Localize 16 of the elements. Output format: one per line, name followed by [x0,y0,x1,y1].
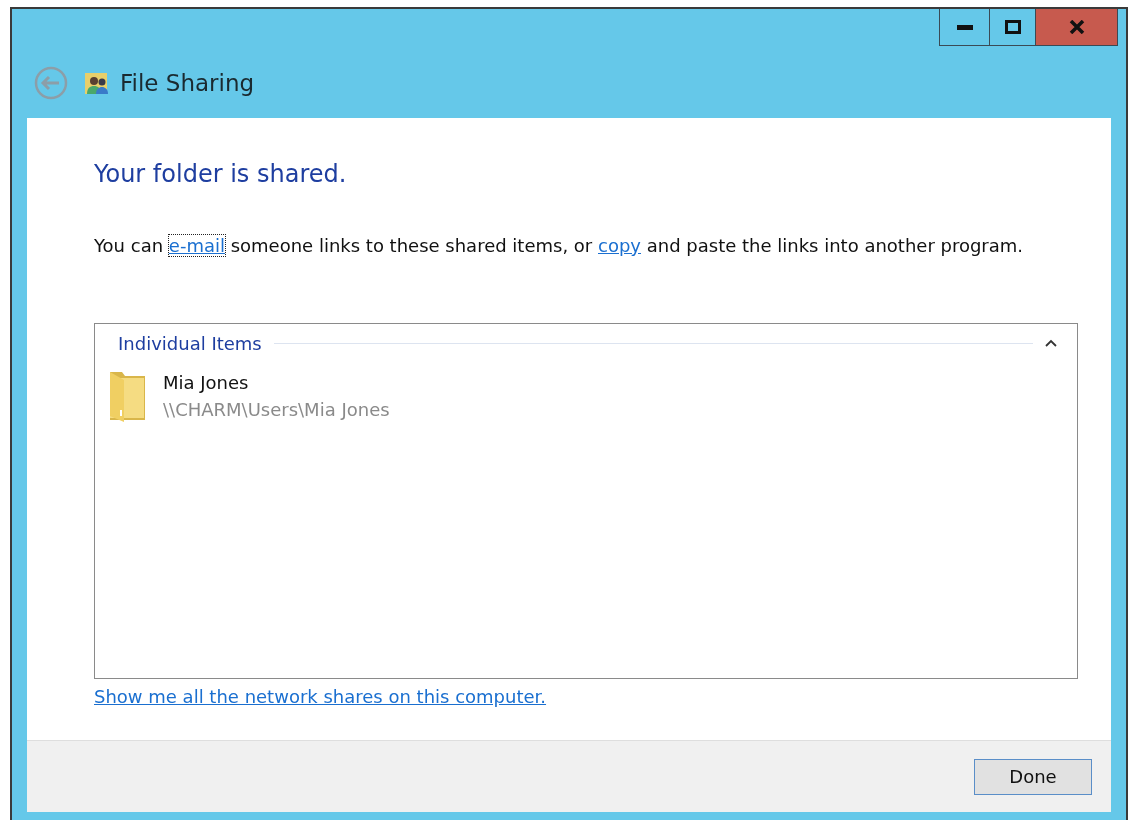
item-name: Mia Jones [163,371,250,395]
close-button[interactable] [1036,9,1118,45]
group-header: Individual Items [118,331,262,356]
window-title: File Sharing [120,68,255,98]
minimize-icon [956,24,973,30]
item-path: \\CHARM\Users\Mia Jones [163,398,390,422]
network-shares-link[interactable]: Show me all the network shares on this computer. [94,683,547,710]
instruction-text: You can e-mail someone links to these shared items, or copy and paste the links into another program. [94,234,1025,258]
maximize-icon [1004,20,1021,34]
done-button[interactable]: Done [974,758,1092,795]
shared-users-icon [84,70,110,96]
close-icon [1068,20,1085,34]
text-link[interactable]: copy [598,235,641,256]
text-link[interactable]: e-mail [168,235,225,256]
dialog-heading: Your folder is shared. [94,159,348,190]
collapse-caret-icon[interactable] [1045,339,1057,347]
